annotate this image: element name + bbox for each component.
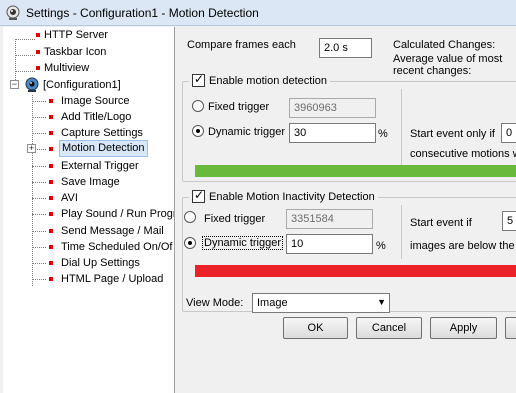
motion-fixed-trigger-radio[interactable] (192, 100, 204, 112)
inactivity-detection-header: ✓ Enable Motion Inactivity Detection (189, 188, 378, 203)
inactivity-fixed-trigger-label: Fixed trigger (204, 213, 266, 225)
checkmark-icon: ✓ (194, 188, 205, 202)
bullet-icon (36, 66, 40, 70)
collapse-icon[interactable]: − (10, 80, 19, 89)
consecutive-motions-label: consecutive motions were (410, 148, 516, 160)
cancel-button[interactable]: Cancel (356, 317, 422, 339)
start-event-only-if-label: Start event only if (410, 128, 495, 140)
bullet-icon (49, 147, 53, 151)
recent-changes-label: recent changes: (393, 65, 472, 77)
tree-item-taskbar-icon[interactable]: Taskbar Icon (3, 44, 174, 60)
bullet-icon (49, 261, 53, 265)
view-mode-select[interactable]: Image ▼ (252, 293, 390, 313)
motion-detection-header: ✓ Enable motion detection (189, 72, 331, 87)
bullet-icon (49, 212, 53, 216)
webcam-app-icon (6, 5, 20, 20)
bullet-icon (36, 50, 40, 54)
inactivity-fixed-trigger-radio[interactable] (184, 211, 196, 223)
tree-item-avi[interactable]: AVI (3, 190, 174, 206)
expand-icon[interactable]: + (27, 144, 36, 153)
selected-tree-label: Motion Detection (59, 140, 148, 157)
tree-item-play-sound[interactable]: Play Sound / Run Progr (3, 206, 174, 222)
bullet-icon (49, 131, 53, 135)
calculated-changes-label: Calculated Changes: (393, 39, 496, 51)
tree-item-add-title-logo[interactable]: Add Title/Logo (3, 109, 174, 125)
motion-detection-panel: Compare frames each 2.0 s Calculated Cha… (176, 27, 516, 393)
tree-item-configuration1[interactable]: − [Configuration1] (3, 77, 174, 93)
chevron-down-icon: ▼ (377, 297, 386, 307)
tree-item-http-server[interactable]: HTTP Server (3, 27, 174, 43)
average-value-label: Average value of most (393, 53, 503, 65)
below-trigger-label: images are below the trig (410, 240, 516, 252)
divider (401, 89, 402, 175)
tree-item-motion-detection[interactable]: + Motion Detection (3, 140, 174, 157)
motion-percent-label: % (378, 128, 388, 140)
tree-item-time-scheduled[interactable]: Time Scheduled On/Of (3, 239, 174, 255)
window-title: Settings - Configuration1 - Motion Detec… (26, 6, 259, 20)
view-mode-value: Image (257, 297, 288, 309)
inactivity-dynamic-trigger-radio[interactable] (184, 237, 196, 249)
tree-item-image-source[interactable]: Image Source (3, 93, 174, 109)
motion-fixed-trigger-label: Fixed trigger (208, 101, 270, 113)
enable-inactivity-label: Enable Motion Inactivity Detection (209, 190, 375, 203)
bullet-icon (49, 164, 53, 168)
compare-frames-label: Compare frames each (187, 39, 296, 51)
bullet-icon (49, 180, 53, 184)
bullet-icon (49, 277, 53, 281)
ok-button[interactable]: OK (283, 317, 348, 339)
webcam-icon (25, 77, 39, 92)
inactivity-dynamic-trigger-label: Dynamic trigger (202, 236, 284, 250)
motion-dynamic-trigger-radio[interactable] (192, 125, 204, 137)
motion-dynamic-trigger-input[interactable]: 30 (289, 123, 376, 143)
enable-inactivity-checkbox[interactable]: ✓ (192, 188, 205, 203)
bullet-icon (49, 99, 53, 103)
bullet-icon (36, 33, 40, 37)
bullet-icon (49, 115, 53, 119)
inactivity-percent-label: % (376, 240, 386, 252)
enable-motion-detection-checkbox[interactable]: ✓ (192, 72, 205, 87)
inactivity-level-bar (195, 265, 516, 277)
tree-item-multiview[interactable]: Multiview (3, 60, 174, 76)
divider (401, 205, 402, 259)
consecutive-motions-input[interactable]: 0 (501, 123, 516, 143)
motion-fixed-trigger-input[interactable]: 3960963 (289, 98, 376, 118)
tree-item-dial-up-settings[interactable]: Dial Up Settings (3, 255, 174, 271)
tree-item-save-image[interactable]: Save Image (3, 174, 174, 190)
tree-item-capture-settings[interactable]: Capture Settings (3, 125, 174, 141)
settings-tree: HTTP Server Taskbar Icon Multiview − [Co… (3, 27, 175, 393)
compare-frames-input[interactable]: 2.0 s (319, 38, 372, 58)
bullet-icon (49, 245, 53, 249)
help-button[interactable] (505, 317, 516, 339)
apply-button[interactable]: Apply (430, 317, 497, 339)
view-mode-label: View Mode: (186, 297, 244, 309)
inactivity-fixed-trigger-input[interactable]: 3351584 (286, 209, 373, 229)
bullet-icon (49, 229, 53, 233)
start-event-if-label: Start event if (410, 217, 472, 229)
inactivity-dynamic-trigger-input[interactable]: 10 (286, 234, 373, 254)
bullet-icon (49, 196, 53, 200)
title-bar: Settings - Configuration1 - Motion Detec… (0, 0, 516, 26)
motion-dynamic-trigger-label: Dynamic trigger (208, 126, 286, 138)
tree-item-html-page-upload[interactable]: HTML Page / Upload (3, 271, 174, 287)
inactivity-minutes-input[interactable]: 5 m (502, 211, 516, 231)
checkmark-icon: ✓ (194, 72, 205, 86)
motion-level-bar (195, 165, 516, 177)
tree-item-send-message[interactable]: Send Message / Mail (3, 223, 174, 239)
tree-item-external-trigger[interactable]: External Trigger (3, 158, 174, 174)
enable-motion-detection-label: Enable motion detection (209, 74, 328, 87)
